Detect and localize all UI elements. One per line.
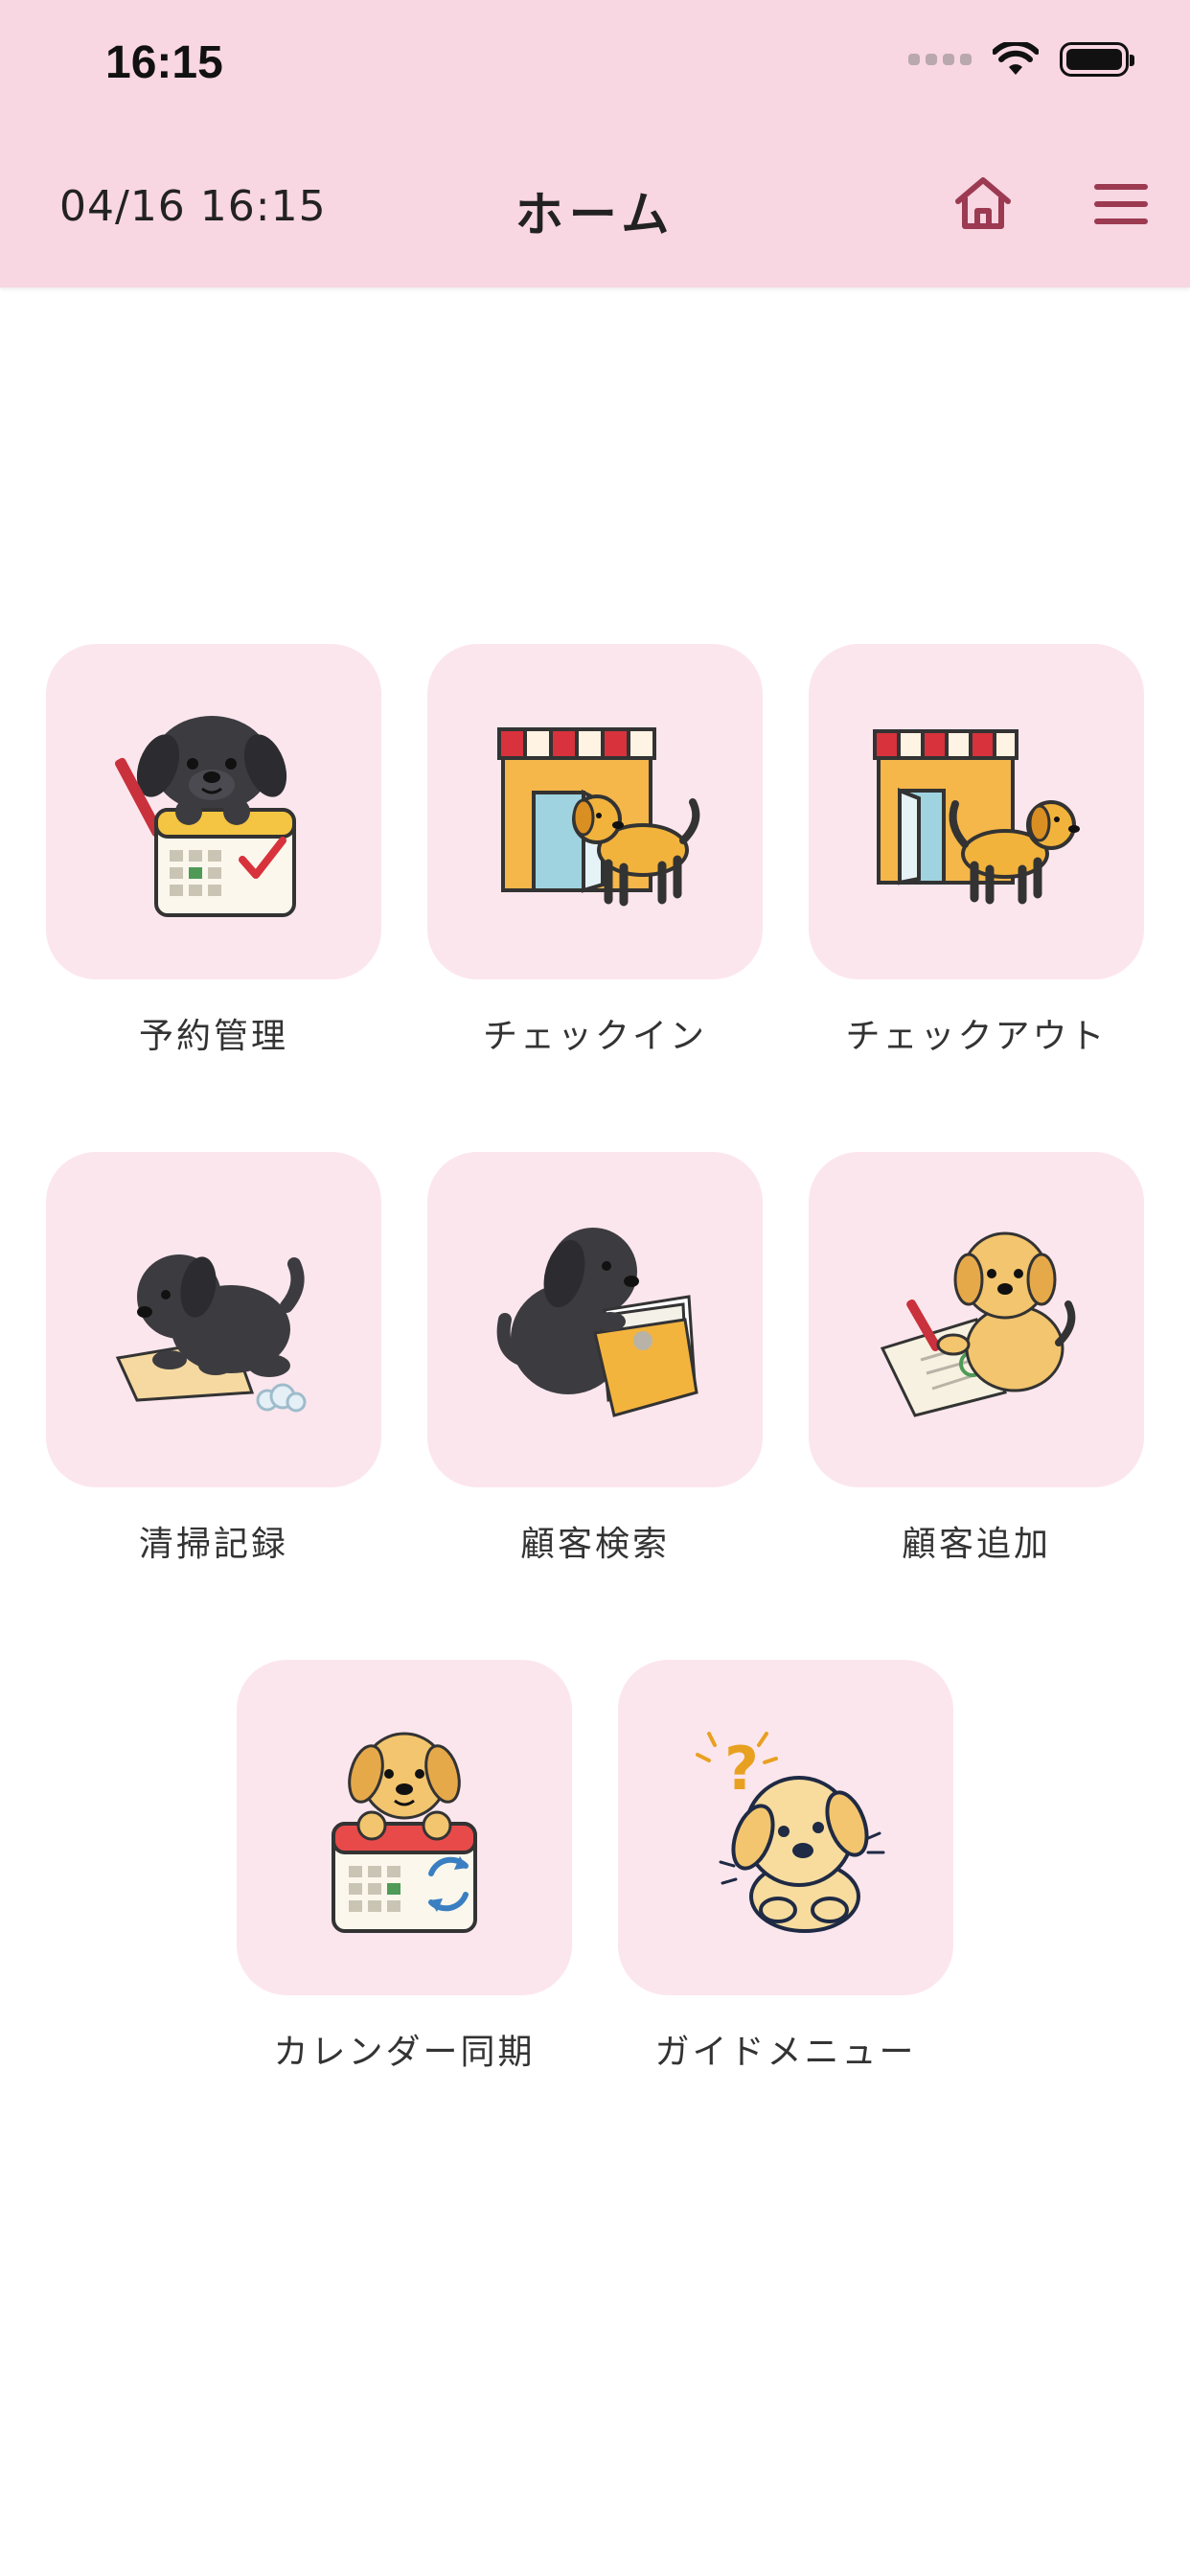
menu-tile-box[interactable]: ? xyxy=(618,1660,953,1995)
menu-tile-checkout[interactable]: チェックアウト xyxy=(809,644,1144,1058)
cellular-signal-icon xyxy=(908,54,972,65)
golden-puppy-form-icon xyxy=(880,1231,1076,1417)
menu-tile-label: チェックイン xyxy=(482,1017,707,1056)
battery-icon xyxy=(1060,42,1134,77)
menu-tile-customer-search[interactable]: 顧客検索 xyxy=(427,1152,763,1566)
menu-tile-box[interactable] xyxy=(427,644,763,979)
golden-puppy-calendar-sync-icon xyxy=(332,1732,477,1933)
golden-puppy-question-icon: ? xyxy=(696,1732,885,1933)
menu-tile-box[interactable] xyxy=(46,1152,381,1487)
menu-tile-label: カレンダー同期 xyxy=(273,2033,536,2072)
svg-text:?: ? xyxy=(724,1734,759,1804)
status-bar-time: 16:15 xyxy=(105,37,223,88)
menu-tile-label: 顧客追加 xyxy=(901,1525,1051,1564)
menu-tile-label: 予約管理 xyxy=(138,1017,288,1056)
menu-tile-label: ガイドメニュー xyxy=(654,2033,917,2072)
home-icon xyxy=(955,177,1011,229)
header-bar: 16:15 04/16 16:15 ホーム xyxy=(0,0,1190,288)
shop-dog-leaving-icon xyxy=(873,729,1080,905)
menu-tile-box[interactable] xyxy=(809,1152,1144,1487)
shop-dog-entering-icon xyxy=(497,727,700,907)
black-puppy-folder-icon xyxy=(496,1228,698,1417)
menu-tile-box[interactable] xyxy=(809,644,1144,979)
menu-tile-customer-add[interactable]: 顧客追加 xyxy=(809,1152,1144,1566)
menu-tile-cleaning-log[interactable]: 清掃記録 xyxy=(46,1152,381,1566)
menu-tile-calendar-sync[interactable]: カレンダー同期 xyxy=(237,1660,572,2074)
black-puppy-calendar-icon xyxy=(114,716,296,917)
menu-tile-label: 清掃記録 xyxy=(138,1525,288,1564)
menu-tile-checkin[interactable]: チェックイン xyxy=(427,644,763,1058)
black-puppy-cleaning-icon xyxy=(115,1254,307,1413)
home-button[interactable] xyxy=(952,172,1014,234)
menu-tile-guide[interactable]: ? ガイドメニュー xyxy=(618,1660,953,2074)
menu-tile-label: 顧客検索 xyxy=(519,1525,670,1564)
menu-button[interactable] xyxy=(1092,182,1150,226)
status-bar-icons xyxy=(908,42,1134,77)
hamburger-menu-icon xyxy=(1094,184,1148,224)
wifi-icon xyxy=(993,42,1039,75)
menu-tile-box[interactable] xyxy=(237,1660,572,1995)
menu-tile-box[interactable] xyxy=(427,1152,763,1487)
menu-tile-reservations[interactable]: 予約管理 xyxy=(46,644,381,1058)
menu-tile-label: チェックアウト xyxy=(845,1017,1108,1056)
menu-tile-box[interactable] xyxy=(46,644,381,979)
